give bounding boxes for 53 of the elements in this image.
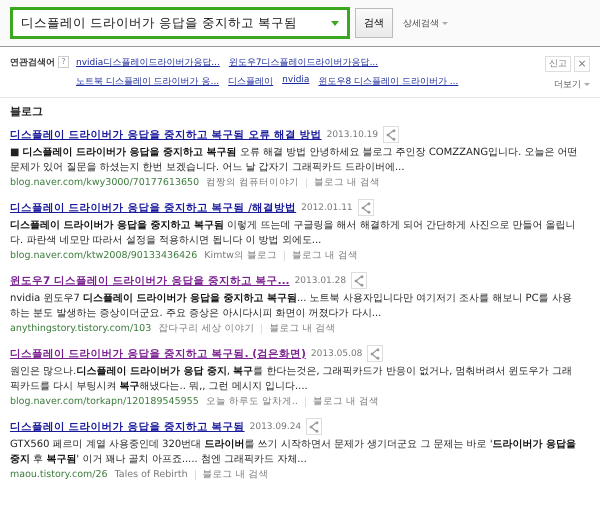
date-text: 2013.01.28 [294,276,346,286]
search-button[interactable]: 검색 [355,8,393,38]
result-title-link[interactable]: 디스플레이 드라이버가 응답을 중지하고 복구됨. (검은화면) [10,346,306,360]
blog-search-link[interactable]: 블로그 내 검색 [292,249,358,262]
blog-name-link[interactable]: Tales of Rebirth [114,469,188,480]
result-title-link[interactable]: 윈도우7 디스플레이 드라이버가 응답을 중지하고 복구... [10,274,290,288]
date-text: 2013.09.24 [250,422,302,432]
advanced-search-link[interactable]: 상세검색 [403,16,448,30]
url-link[interactable]: blog.naver.com/torkapn/120189545955 [10,396,199,407]
dropdown-arrow-icon[interactable] [331,21,339,26]
blog-search-link[interactable]: 블로그 내 검색 [312,395,379,408]
blog-name-link[interactable]: Kimtw의 블로그 [204,249,277,262]
blog-name-link[interactable]: 컴짱의 컴퓨터이야기 [206,176,300,189]
date-text: 2013.10.19 [326,130,378,140]
blog-search-link[interactable]: 블로그 내 검색 [202,468,269,481]
help-icon[interactable]: ? [58,56,69,68]
related-link[interactable]: 노트북 디스플레이 드라이버가 응... [76,75,220,88]
blog-name-link[interactable]: 오늘 하루도 알차게.. [206,395,298,408]
url-link[interactable]: blog.naver.com/kwy3000/70177613650 [10,177,200,188]
caret-icon [442,22,448,24]
report-button[interactable]: 신고 [545,56,571,72]
result-title-link[interactable]: 디스플레이 드라이버가 응답을 중지하고 복구됨 오류 해결 방법 [10,128,322,142]
share-icon[interactable] [358,199,374,216]
snippet-text: 디스플레이 드라이버가 응답을 중지하고 복구됨 이렇게 뜨는데 구글링을 해서 해결하게 되어 간단하게 사진으로 만들어 올립니다. 파란색 네모만 따라서 설정을 적용하시면 됩니다 이 방법 외에도... [10,219,577,248]
share-icon[interactable] [367,345,384,362]
search-field[interactable]: 디스플레이 드라이버가 응답을 중지하고 복구됨 [10,7,350,39]
date-text: 2012.01.11 [301,202,353,212]
share-icon[interactable] [383,126,400,143]
snippet-text: 원인은 많으나.디스플레이 드라이버가 응답 중지, 복구를 한다는것은, 그래픽카드가 반응이 없거나, 멈춰버려서 윈도우가 그래픽카드를 다시 부팅시켜 복구해냈다는.. 뭐,, 그런 메시지 입니다.... [10,365,573,394]
snippet-text: GTX560 페르미 계열 사용중인데 320번대 드라이버를 쓰기 시작하면서 문제가 생기더군요 그 문제는 바로 '드라이버가 응답을 중지 후 복구됨' 이거 꽤나 골치 아프죠..... 첨엔 그래픽카드 자체... [10,438,578,467]
snippet-text: nvidia 윈도우7 디스플레이 드라이버가 응답을 중지하고 복구됨... 노트북 사용자입니다만 여기저기 조사를 해보니 PC를 사용하는 분도 발생하는 증상이더군요. 주요 증상은 아시다시피 화면이 꺼졌다가 다시... [10,292,573,321]
related-link[interactable]: nvidia [282,75,310,88]
related-label: 연관검색어 [10,57,55,69]
blog-name-link[interactable]: 잡다구리 세상 이야기 [158,322,254,335]
section-title: 블로그 [10,104,44,119]
share-icon[interactable] [351,272,368,289]
caret-icon [584,83,590,86]
date-text: 2013.05.08 [310,348,362,358]
related-link[interactable]: 윈도우7디스플레이드라이버가응답... [228,56,378,69]
url-link[interactable]: blog.naver.com/ktw2008/90133436426 [10,250,198,261]
more-link[interactable]: 더보기 [554,78,590,91]
related-link[interactable]: 디스플레이 [228,75,274,88]
related-link[interactable]: nvidia디스플레이드라이버가응답... [76,56,220,69]
share-icon[interactable] [306,418,322,435]
result-title-link[interactable]: 디스플레이 드라이버가 응답을 중지하고 복구됨 [10,420,245,434]
blog-search-link[interactable]: 블로그 내 검색 [269,322,336,335]
url-link[interactable]: anythingstory.tistory.com/103 [10,323,152,334]
result-title-link[interactable]: 디스플레이 드라이버가 응답을 중지하고 복구됨 /해결방법 [10,200,296,214]
blog-search-link[interactable]: 블로그 내 검색 [314,176,380,189]
related-link[interactable]: 윈도우8 디스플레이 드라이버가 ... [318,75,458,88]
url-link[interactable]: maou.tistory.com/26 [10,469,108,480]
close-button[interactable]: × [574,56,590,72]
snippet-text: ■ 디스플레이 드라이버가 응답을 중지하고 복구됨 오류 해결 방법 안녕하세요 블로그 주인장 COMZZANG입니다. 오늘은 어떤 문제가 있어 질문을 하셨는지 한번 보겠습니다. 어느 날 갑자기 그래픽카드 드라이버에... [10,146,579,175]
